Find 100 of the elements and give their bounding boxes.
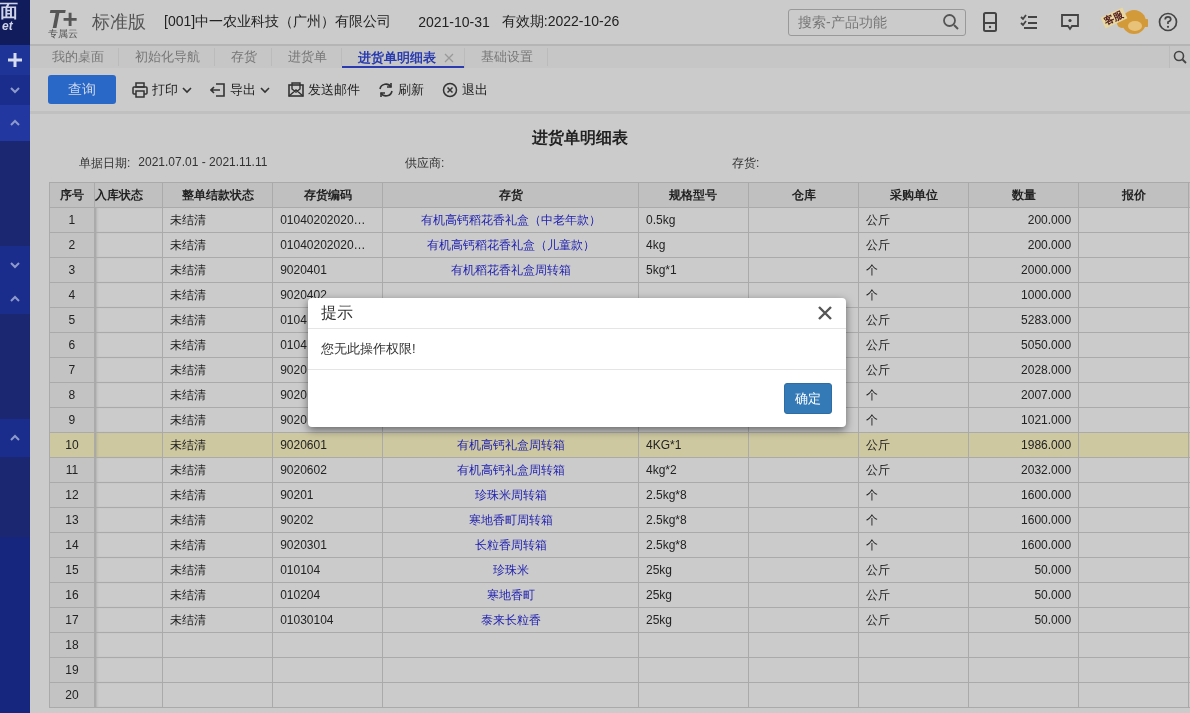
table-cell: 公斤 bbox=[858, 457, 969, 483]
table-cell: 1 bbox=[49, 207, 95, 233]
table-cell: 公斤 bbox=[858, 332, 969, 358]
column-header[interactable]: 存货 bbox=[382, 182, 639, 208]
edition-label: 标准版 bbox=[92, 11, 146, 34]
table-cell: 未结清 bbox=[162, 307, 273, 333]
table-cell: 公斤 bbox=[858, 307, 969, 333]
export-icon bbox=[210, 81, 226, 98]
query-button[interactable]: 查询 bbox=[48, 75, 116, 104]
table-cell: 6 bbox=[49, 332, 95, 358]
table-cell[interactable]: 有机高钙礼盒周转箱 bbox=[382, 457, 639, 483]
chevron-down-icon[interactable] bbox=[9, 85, 21, 95]
tab[interactable]: 进货单明细表 bbox=[342, 48, 465, 68]
table-cell[interactable]: 珍珠米周转箱 bbox=[382, 482, 639, 508]
table-cell: 公斤 bbox=[858, 357, 969, 383]
toolbar-button[interactable]: 导出 bbox=[210, 80, 270, 99]
table-cell: 13 bbox=[49, 507, 95, 533]
device-icon[interactable] bbox=[982, 12, 998, 32]
checklist-icon[interactable] bbox=[1020, 14, 1038, 30]
table-cell: 未结清 bbox=[162, 532, 273, 558]
filter-label: 单据日期: bbox=[79, 155, 131, 172]
toolbar-button[interactable]: 打印 bbox=[132, 80, 192, 99]
table-cell: 个 bbox=[858, 257, 969, 283]
table-cell[interactable]: 有机高钙礼盒周转箱 bbox=[382, 432, 639, 458]
table-cell: 未结清 bbox=[162, 507, 273, 533]
chevron-up-icon[interactable] bbox=[9, 433, 21, 443]
table-cell: 公斤 bbox=[858, 607, 969, 633]
table-cell[interactable]: 有机高钙稻花香礼盒（儿童款） bbox=[382, 232, 639, 258]
chevron-down-icon[interactable] bbox=[9, 260, 21, 270]
printer-icon bbox=[132, 81, 148, 98]
table-cell[interactable]: 有机稻花香礼盒周转箱 bbox=[382, 257, 639, 283]
filter-value: 2021.07.01 - 2021.11.11 bbox=[138, 155, 268, 171]
login-date: 2021-10-31 bbox=[418, 14, 490, 30]
table-cell: 01040202020… bbox=[272, 207, 383, 233]
table-cell: 2.5kg*8 bbox=[638, 507, 749, 533]
column-header[interactable]: 仓库 bbox=[748, 182, 859, 208]
table-cell: 0.5kg bbox=[638, 207, 749, 233]
column-header[interactable]: 存货编码 bbox=[272, 182, 383, 208]
product-logo: T+ 专属云 bbox=[48, 5, 78, 39]
column-header[interactable]: 入库状态 bbox=[94, 182, 163, 208]
table-cell[interactable]: 有机高钙稻花香礼盒（中老年款） bbox=[382, 207, 639, 233]
table-cell[interactable]: 泰来长粒香 bbox=[382, 607, 639, 633]
plus-icon[interactable] bbox=[7, 52, 23, 68]
table-cell[interactable]: 珍珠米 bbox=[382, 557, 639, 583]
table-cell: 个 bbox=[858, 407, 969, 433]
table-cell: 90202 bbox=[272, 507, 383, 533]
column-header[interactable]: 采购单位 bbox=[858, 182, 969, 208]
table-cell: 1986.000 bbox=[968, 432, 1079, 458]
table-cell: 未结清 bbox=[162, 582, 273, 608]
table-cell: 1021.000 bbox=[968, 407, 1079, 433]
table-cell: 9020601 bbox=[272, 432, 383, 458]
table-cell: 4kg bbox=[638, 232, 749, 258]
table-cell: 2 bbox=[49, 232, 95, 258]
table-cell: 15 bbox=[49, 557, 95, 583]
table-cell: 25kg bbox=[638, 607, 749, 633]
toolbar-button[interactable]: 发送邮件 bbox=[288, 80, 360, 99]
column-header[interactable]: 规格型号 bbox=[638, 182, 749, 208]
table-cell[interactable]: 寒地香町周转箱 bbox=[382, 507, 639, 533]
table-cell: 25kg bbox=[638, 557, 749, 583]
table-cell: 5 bbox=[49, 307, 95, 333]
search-icon[interactable] bbox=[942, 12, 960, 31]
close-circle-icon bbox=[442, 81, 458, 98]
table-cell: 未结清 bbox=[162, 207, 273, 233]
search-field[interactable]: 搜索-产品功能 bbox=[788, 8, 966, 36]
refresh-icon bbox=[378, 81, 394, 98]
table-cell: 200.000 bbox=[968, 207, 1079, 233]
close-icon[interactable] bbox=[818, 306, 832, 320]
table-cell: 未结清 bbox=[162, 382, 273, 408]
column-header[interactable]: 数量 bbox=[968, 182, 1079, 208]
table-cell: 公斤 bbox=[858, 207, 969, 233]
chevron-up-icon[interactable] bbox=[9, 294, 21, 304]
table-cell: 16 bbox=[49, 582, 95, 608]
table-cell: 4KG*1 bbox=[638, 432, 749, 458]
table-cell: 未结清 bbox=[162, 407, 273, 433]
table-cell[interactable]: 寒地香町 bbox=[382, 582, 639, 608]
table-cell: 8 bbox=[49, 382, 95, 408]
help-icon[interactable] bbox=[1158, 12, 1178, 32]
column-header[interactable]: 报价 bbox=[1078, 182, 1189, 208]
table-cell: 90201 bbox=[272, 482, 383, 508]
chevron-up-icon[interactable] bbox=[9, 118, 21, 128]
table-cell: 未结清 bbox=[162, 357, 273, 383]
table-cell: 公斤 bbox=[858, 557, 969, 583]
column-header[interactable]: 序号 bbox=[49, 182, 95, 208]
toolbar-button[interactable]: 退出 bbox=[442, 80, 488, 99]
message-icon[interactable] bbox=[1060, 13, 1080, 31]
table-cell: 未结清 bbox=[162, 432, 273, 458]
table-cell: 50.000 bbox=[968, 607, 1079, 633]
ok-button[interactable]: 确定 bbox=[784, 383, 832, 414]
table-cell: 200.000 bbox=[968, 232, 1079, 258]
table-cell: 50.000 bbox=[968, 582, 1079, 608]
table-cell: 未结清 bbox=[162, 257, 273, 283]
table-cell: 010104 bbox=[272, 557, 383, 583]
service-mascot[interactable]: 客服 bbox=[1100, 6, 1148, 38]
toolbar-button[interactable]: 刷新 bbox=[378, 80, 424, 99]
search-icon[interactable] bbox=[1173, 50, 1187, 64]
table-cell: 公斤 bbox=[858, 232, 969, 258]
column-header[interactable]: 整单结款状态 bbox=[162, 182, 273, 208]
table-cell: 12 bbox=[49, 482, 95, 508]
mail-icon bbox=[288, 81, 304, 98]
table-cell[interactable]: 长粒香周转箱 bbox=[382, 532, 639, 558]
